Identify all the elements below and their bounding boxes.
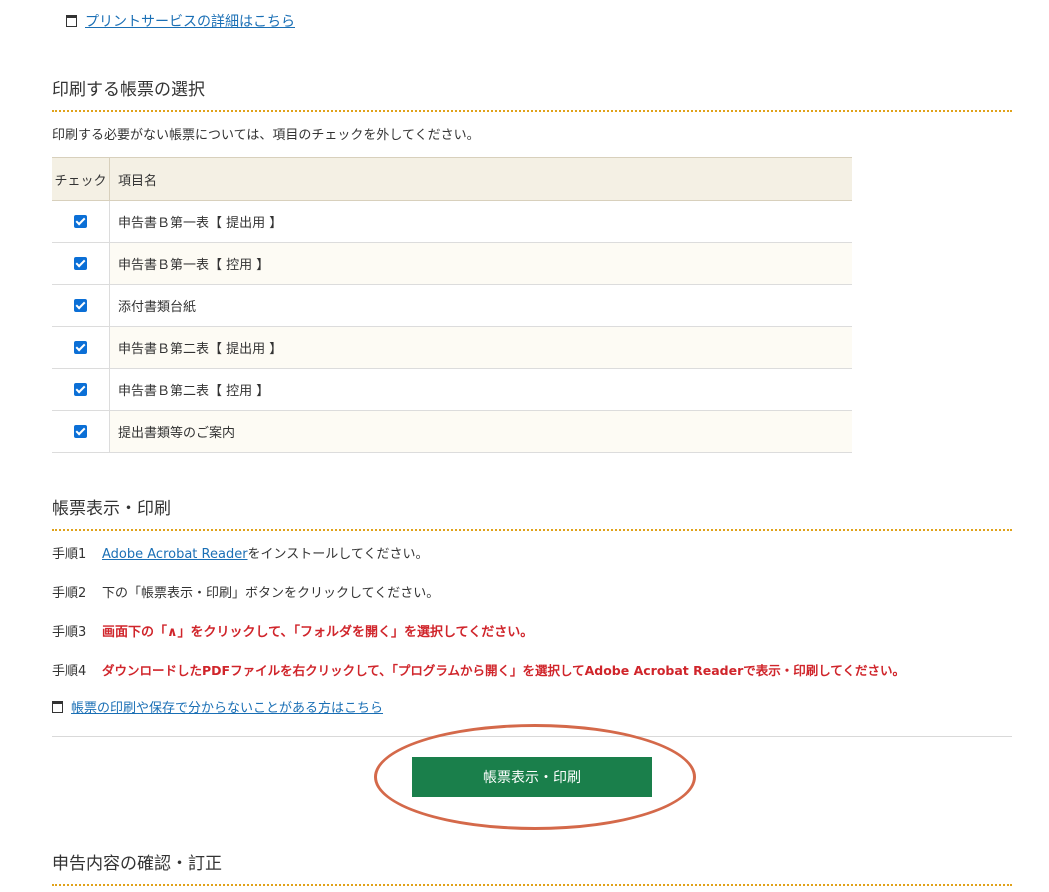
display-section-title: 帳票表示・印刷 — [52, 494, 1012, 531]
step-number: 手順1 — [52, 547, 87, 562]
step-number: 手順3 — [52, 625, 87, 640]
row-name: 申告書Ｂ第二表【 控用 】 — [109, 368, 852, 411]
step-number: 手順2 — [52, 586, 87, 601]
new-window-icon — [52, 700, 63, 713]
row-name: 申告書Ｂ第二表【 提出用 】 — [109, 326, 852, 369]
row-name: 申告書Ｂ第一表【 控用 】 — [109, 242, 852, 285]
row-check-cell — [52, 284, 110, 327]
column-header-name: 項目名 — [109, 157, 852, 201]
table-row: 申告書Ｂ第二表【 提出用 】 — [52, 326, 852, 369]
row-checkbox[interactable] — [74, 257, 87, 270]
row-checkbox[interactable] — [74, 341, 87, 354]
help-link-row: 帳票の印刷や保存で分からないことがある方はこちら — [52, 697, 383, 716]
document-table: チェック 項目名 申告書Ｂ第一表【 提出用 】 申告書Ｂ第一表【 控用 】 添付… — [52, 157, 852, 453]
confirm-section-title: 申告内容の確認・訂正 — [52, 849, 1012, 886]
step-4: 手順4 ダウンロードしたPDFファイルを右クリックして、「プログラムから開く」を選… — [52, 660, 905, 679]
row-check-cell — [52, 242, 110, 285]
select-section-title: 印刷する帳票の選択 — [52, 75, 1012, 112]
print-service-link[interactable]: プリントサービスの詳細はこちら — [85, 11, 295, 31]
row-check-cell — [52, 368, 110, 411]
step-text: 下の「帳票表示・印刷」ボタンをクリックしてください。 — [102, 586, 440, 601]
step-text: をインストールしてください。 — [247, 547, 429, 562]
row-checkbox[interactable] — [74, 215, 87, 228]
step-3: 手順3 画面下の「∧」をクリックして、「フォルダを開く」を選択してください。 — [52, 621, 533, 640]
step-number: 手順4 — [52, 664, 87, 679]
step-text: 画面下の「∧」をクリックして、「フォルダを開く」を選択してください。 — [102, 625, 534, 640]
new-window-icon — [66, 15, 77, 27]
print-service-link-row: プリントサービスの詳細はこちら — [66, 11, 295, 31]
row-checkbox[interactable] — [74, 299, 87, 312]
table-row: 提出書類等のご案内 — [52, 410, 852, 453]
row-check-cell — [52, 410, 110, 453]
table-row: 申告書Ｂ第一表【 提出用 】 — [52, 200, 852, 243]
table-header-row: チェック 項目名 — [52, 157, 852, 201]
row-check-cell — [52, 200, 110, 243]
row-name: 提出書類等のご案内 — [109, 410, 852, 453]
display-print-button[interactable]: 帳票表示・印刷 — [412, 757, 652, 797]
step-1: 手順1 Adobe Acrobat Readerをインストールしてください。 — [52, 543, 429, 562]
row-name: 申告書Ｂ第一表【 提出用 】 — [109, 200, 852, 243]
table-row: 申告書Ｂ第二表【 控用 】 — [52, 368, 852, 411]
select-section-note: 印刷する必要がない帳票については、項目のチェックを外してください。 — [52, 128, 480, 143]
divider — [52, 736, 1012, 737]
row-check-cell — [52, 326, 110, 369]
row-checkbox[interactable] — [74, 383, 87, 396]
step-2: 手順2 下の「帳票表示・印刷」ボタンをクリックしてください。 — [52, 582, 439, 601]
column-header-check: チェック — [52, 157, 110, 201]
row-name: 添付書類台紙 — [109, 284, 852, 327]
table-row: 申告書Ｂ第一表【 控用 】 — [52, 242, 852, 285]
acrobat-reader-link[interactable]: Adobe Acrobat Reader — [102, 547, 248, 562]
print-help-link[interactable]: 帳票の印刷や保存で分からないことがある方はこちら — [71, 697, 383, 716]
step-text: ダウンロードしたPDFファイルを右クリックして、「プログラムから開く」を選択して… — [102, 663, 905, 678]
table-row: 添付書類台紙 — [52, 284, 852, 327]
row-checkbox[interactable] — [74, 425, 87, 438]
